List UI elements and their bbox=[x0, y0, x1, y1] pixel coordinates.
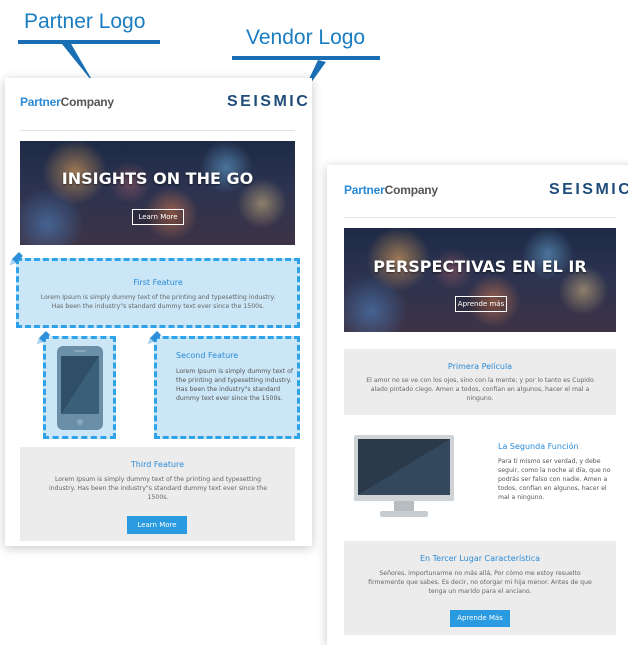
feature-three-title: Third Feature bbox=[130, 460, 185, 469]
hero-learn-more-button[interactable]: Aprende más bbox=[455, 296, 507, 312]
pencil-icon[interactable] bbox=[35, 330, 51, 346]
feature-two-text-editable[interactable]: Second Feature Lorem Ipsum is simply dum… bbox=[154, 336, 300, 439]
hero-learn-more-button[interactable]: Learn More bbox=[132, 209, 184, 225]
header-divider bbox=[344, 217, 616, 218]
partner-logo: PartnerCompany bbox=[20, 95, 114, 109]
feature-one-text: El amor no se ve con los ojos, sino con … bbox=[366, 377, 594, 402]
feature-one-title: First Feature bbox=[133, 278, 183, 287]
feature-one-text: Lorem Ipsum is simply dummy text of the … bbox=[40, 294, 276, 310]
header-divider bbox=[20, 130, 295, 131]
vendor-logo: SEISMIC bbox=[549, 181, 628, 198]
smartphone-icon bbox=[57, 346, 103, 430]
feature-two-text: Para ti mismo ser verdad, y debe seguir,… bbox=[498, 458, 611, 501]
feature-three-text: Señores, importunarme no más allá, Por c… bbox=[368, 570, 592, 595]
feature-two-title: La Segunda Función bbox=[498, 442, 579, 451]
feature-one-title: Primera Película bbox=[447, 362, 513, 371]
partner-logo: PartnerCompany bbox=[344, 183, 438, 197]
vendor-logo: SEISMIC bbox=[227, 93, 311, 110]
pencil-icon[interactable] bbox=[8, 251, 24, 267]
hero-title: INSIGHTS ON THE GO bbox=[61, 169, 254, 188]
feature-three-cta-button[interactable]: Aprende Más bbox=[450, 610, 510, 627]
hero-title: PERSPECTIVAS EN EL IR bbox=[373, 257, 587, 276]
feature-two-image-editable[interactable] bbox=[43, 336, 116, 439]
spanish-email-card: PartnerCompany SEISMIC PERSPECTIVAS EN E… bbox=[327, 165, 628, 645]
hero-banner: PERSPECTIVAS EN EL IR Aprende más bbox=[344, 228, 616, 332]
feature-three-panel: Third Feature Lorem Ipsum is simply dumm… bbox=[20, 447, 295, 541]
pencil-icon[interactable] bbox=[146, 330, 162, 346]
feature-one-panel: Primera Película El amor no se ve con lo… bbox=[344, 349, 616, 415]
english-email-card: PartnerCompany SEISMIC INSIGHTS ON THE G… bbox=[5, 78, 312, 546]
feature-two-title: Second Feature bbox=[176, 351, 239, 360]
feature-three-title: En Tercer Lugar Característica bbox=[419, 554, 541, 563]
feature-two-text: Lorem Ipsum is simply dummy text of the … bbox=[176, 368, 294, 402]
hero-banner: INSIGHTS ON THE GO Learn More bbox=[20, 141, 295, 245]
feature-three-cta-button[interactable]: Learn More bbox=[127, 516, 187, 534]
feature-three-panel: En Tercer Lugar Característica Señores, … bbox=[344, 541, 616, 635]
feature-three-text: Lorem Ipsum is simply dummy text of the … bbox=[48, 476, 268, 501]
monitor-icon bbox=[354, 435, 454, 517]
feature-one-panel-editable[interactable]: First Feature Lorem Ipsum is simply dumm… bbox=[16, 258, 300, 328]
